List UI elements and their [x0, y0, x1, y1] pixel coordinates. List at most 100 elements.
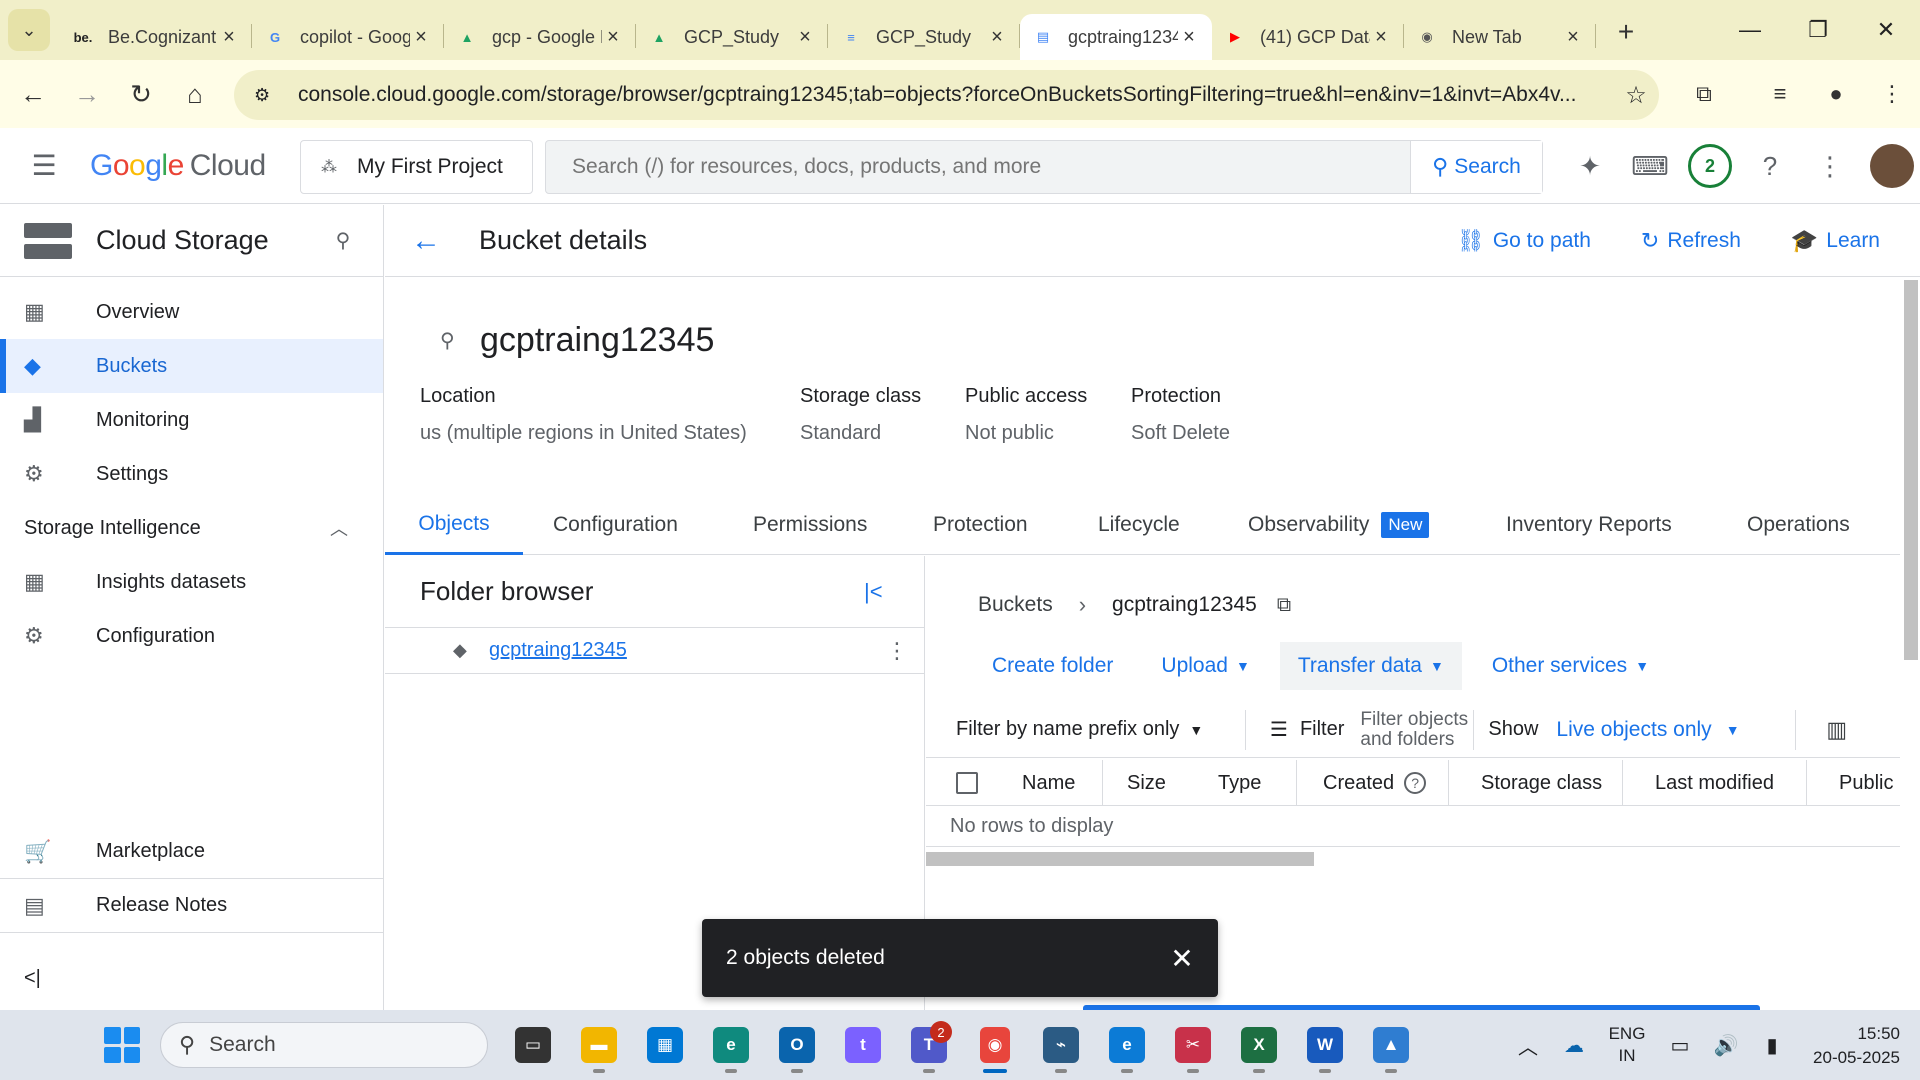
back-arrow-icon[interactable]: ←	[411, 224, 447, 258]
tab-configuration[interactable]: Configuration	[553, 495, 678, 555]
taskbar-app-task-view[interactable]: ▭	[500, 1015, 566, 1075]
browser-tab[interactable]: ◉ New Tab ×	[1404, 14, 1596, 60]
browser-tab[interactable]: ▤ gcptraing12345×	[1020, 14, 1212, 60]
upload-button[interactable]: Upload ▼	[1143, 642, 1267, 690]
breadcrumb-buckets[interactable]: Buckets	[978, 593, 1053, 617]
taskbar-app-edge-dev[interactable]: e	[698, 1015, 764, 1075]
pin-icon[interactable]: ⚲	[323, 228, 363, 253]
more-options-icon[interactable]: ⋮	[1800, 151, 1860, 182]
taskbar-app-snipping[interactable]: ✂	[1160, 1015, 1226, 1075]
site-info-icon[interactable]: ⚙	[254, 85, 284, 106]
tab-close-icon[interactable]: ×	[218, 26, 240, 49]
account-avatar[interactable]	[1870, 144, 1914, 188]
tab-close-icon[interactable]: ×	[794, 26, 816, 49]
horizontal-scrollbar[interactable]	[926, 852, 1900, 866]
taskbar-app-excel[interactable]: X	[1226, 1015, 1292, 1075]
taskbar-app-app-t[interactable]: t	[830, 1015, 896, 1075]
col-storage-class[interactable]: Storage class	[1448, 760, 1602, 806]
minimize-button[interactable]: —	[1716, 0, 1784, 60]
sidebar-item-configuration[interactable]: ⚙ Configuration	[0, 609, 383, 663]
back-button[interactable]: ←	[6, 67, 60, 121]
taskbar-app-chrome[interactable]: ◉	[962, 1015, 1028, 1075]
tab-lifecycle[interactable]: Lifecycle	[1098, 495, 1180, 555]
close-icon[interactable]: ✕	[1162, 942, 1202, 975]
more-vert-icon[interactable]: ⋮	[882, 638, 912, 664]
battery-icon[interactable]: ▮	[1749, 1033, 1795, 1058]
help-icon[interactable]: ?	[1404, 772, 1427, 794]
cloud-shell-icon[interactable]: ⌨	[1620, 151, 1680, 182]
taskbar-app-store[interactable]: ▦	[632, 1015, 698, 1075]
collapse-sidebar-button[interactable]: <|	[24, 967, 41, 990]
project-picker-button[interactable]: ⁂ My First Project	[300, 140, 533, 194]
learn-button[interactable]: 🎓 Learn	[1791, 228, 1880, 254]
tab-close-icon[interactable]: ×	[1562, 26, 1584, 49]
vertical-scrollbar[interactable]	[1904, 280, 1918, 660]
taskbar-search[interactable]: ⚲ Search	[160, 1022, 488, 1068]
select-all-checkbox[interactable]	[956, 760, 978, 806]
sidebar-item-settings[interactable]: ⚙ Settings	[0, 447, 383, 501]
show-objects-select[interactable]: Live objects only ▼	[1556, 709, 1797, 750]
storage-intelligence-section[interactable]: Storage Intelligence ︿	[0, 501, 383, 555]
restore-button[interactable]: ❐	[1784, 0, 1852, 60]
language-indicator[interactable]: ENG IN	[1597, 1023, 1657, 1067]
taskbar-app-file-explorer[interactable]: ▬	[566, 1015, 632, 1075]
tab-observability[interactable]: Observability New	[1248, 495, 1430, 555]
notifications-badge[interactable]: 2	[1688, 144, 1732, 188]
go-to-path-button[interactable]: ⛓ Go to path	[1457, 228, 1591, 254]
col-created[interactable]: Created?	[1296, 760, 1427, 806]
taskbar-app-word[interactable]: W	[1292, 1015, 1358, 1075]
col-last-modified[interactable]: Last modified	[1622, 760, 1774, 806]
browser-tab[interactable]: Gcopilot - Google×	[252, 14, 444, 60]
browser-tab[interactable]: ≡ GCP_Study ×	[828, 14, 1020, 60]
volume-icon[interactable]: 🔊	[1703, 1033, 1749, 1058]
chevron-up-icon[interactable]: ︿	[1505, 1031, 1551, 1060]
search-button[interactable]: ⚲ Search	[1410, 141, 1542, 193]
filter-input[interactable]: Filter objects and folders	[1360, 709, 1475, 750]
tab-close-icon[interactable]: ×	[602, 26, 624, 49]
profile-icon[interactable]: ●	[1808, 81, 1864, 107]
other-services-button[interactable]: Other services ▼	[1474, 642, 1667, 690]
new-tab-button[interactable]: +	[1606, 12, 1646, 52]
tab-close-icon[interactable]: ×	[1370, 26, 1392, 49]
tab-protection[interactable]: Protection	[933, 495, 1028, 555]
home-button[interactable]: ⌂	[168, 67, 222, 121]
start-button[interactable]	[104, 1027, 140, 1063]
browser-tab[interactable]: be. Be.Cognizant ×	[60, 14, 252, 60]
copy-icon[interactable]: ⧉	[1277, 594, 1291, 617]
refresh-button[interactable]: ↻ Refresh	[1641, 228, 1741, 254]
column-display-icon[interactable]: ▥	[1826, 717, 1847, 743]
taskbar-app-teams[interactable]: T2	[896, 1015, 962, 1075]
clock[interactable]: 15:50 20-05-2025	[1813, 1022, 1900, 1070]
create-folder-button[interactable]: Create folder	[974, 642, 1131, 690]
bookmark-star-icon[interactable]: ☆	[1613, 81, 1659, 110]
tab-permissions[interactable]: Permissions	[753, 495, 867, 555]
pin-icon[interactable]: ⚲	[440, 328, 470, 353]
tab-close-icon[interactable]: ×	[410, 26, 432, 49]
sidebar-item-insights-datasets[interactable]: ▦ Insights datasets	[0, 555, 383, 609]
close-window-button[interactable]: ✕	[1852, 0, 1920, 60]
tab-search-button[interactable]: ⌄	[8, 9, 50, 51]
collapse-panel-icon[interactable]: |<	[864, 579, 904, 605]
taskbar-app-vscode-remote[interactable]: ⌁	[1028, 1015, 1094, 1075]
taskbar-app-photos[interactable]: ▲	[1358, 1015, 1424, 1075]
network-icon[interactable]: ▭	[1657, 1033, 1703, 1058]
tab-close-icon[interactable]: ×	[1178, 26, 1200, 49]
col-name[interactable]: Name	[1022, 760, 1075, 806]
sidebar-item-buckets[interactable]: ◆ Buckets	[0, 339, 383, 393]
reload-button[interactable]: ↻	[114, 67, 168, 121]
browser-tab[interactable]: ▲ GCP_Study ×	[636, 14, 828, 60]
tab-objects[interactable]: Objects	[385, 495, 523, 555]
sidebar-item-marketplace[interactable]: 🛒 Marketplace	[0, 825, 384, 879]
folder-row[interactable]: ◆ gcptraing12345 ⋮	[385, 628, 924, 674]
gemini-icon[interactable]: ✦	[1560, 151, 1620, 182]
taskbar-app-outlook[interactable]: O	[764, 1015, 830, 1075]
browser-tab[interactable]: ▶ (41) GCP Dataflow×	[1212, 14, 1404, 60]
search-input[interactable]	[546, 141, 1410, 193]
google-cloud-logo[interactable]: Google Cloud	[90, 149, 266, 183]
col-type[interactable]: Type	[1218, 760, 1261, 806]
transfer-data-button[interactable]: Transfer data ▼	[1279, 642, 1462, 690]
main-menu-icon[interactable]: ☰	[18, 149, 70, 182]
forward-button[interactable]: →	[60, 67, 114, 121]
media-control-icon[interactable]: ≡	[1752, 81, 1808, 107]
tab-operations[interactable]: Operations	[1747, 495, 1850, 555]
